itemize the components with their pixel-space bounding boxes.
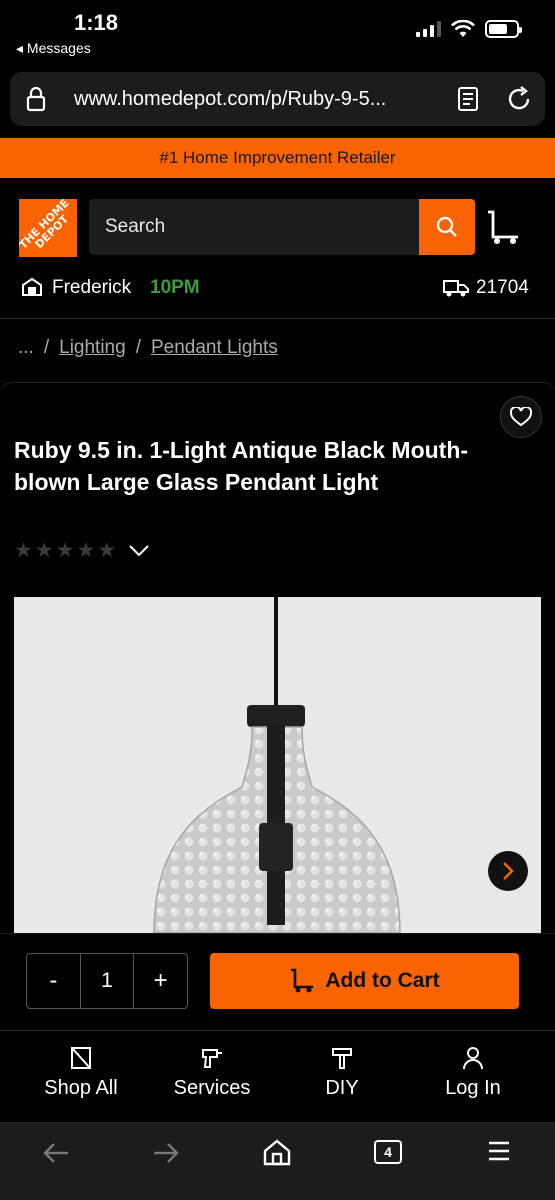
breadcrumb-separator: /	[135, 337, 141, 358]
promo-banner[interactable]: #1 Home Improvement Retailer	[0, 138, 555, 178]
nav-diy[interactable]: DIY	[277, 1046, 407, 1100]
nav-label: DIY	[325, 1077, 359, 1099]
product-image[interactable]	[14, 597, 541, 933]
quantity-stepper: - 1 +	[26, 953, 188, 1009]
breadcrumb: ... / Lighting / Pendant Lights	[18, 337, 278, 359]
wifi-icon	[451, 20, 475, 37]
store-row[interactable]: Frederick 10PM 21704	[0, 268, 555, 308]
breadcrumb-ellipsis[interactable]: ...	[18, 337, 34, 359]
star-icon: ★	[55, 539, 75, 562]
search-icon	[436, 216, 457, 237]
favorite-button[interactable]	[500, 396, 542, 438]
store-icon	[22, 277, 42, 296]
star-icon: ★	[76, 539, 96, 562]
status-icons	[416, 20, 522, 38]
add-to-cart-label: Add to Cart	[325, 969, 440, 992]
breadcrumb-separator: /	[43, 337, 50, 358]
back-arrow-icon[interactable]	[42, 1140, 70, 1166]
delivery-zip[interactable]: 21704	[476, 277, 529, 299]
breadcrumb-lighting[interactable]: Lighting	[59, 337, 126, 359]
store-name[interactable]: Frederick	[52, 277, 131, 299]
search-input[interactable]	[89, 199, 419, 255]
hammer-icon	[332, 1048, 352, 1069]
delivery-truck-icon	[443, 280, 469, 297]
battery-icon	[485, 20, 522, 38]
star-icon: ★	[14, 539, 33, 562]
back-label: Messages	[26, 40, 91, 56]
forward-arrow-icon[interactable]	[152, 1140, 180, 1166]
cellular-signal-icon	[416, 21, 441, 37]
decrement-button[interactable]: -	[27, 954, 80, 1008]
breadcrumb-pendant-lights[interactable]: Pendant Lights	[151, 337, 278, 359]
search-button[interactable]	[419, 199, 475, 255]
cart-icon[interactable]	[486, 210, 520, 246]
quantity-value[interactable]: 1	[79, 954, 135, 1008]
tab-count: 4	[384, 1144, 392, 1160]
next-image-button[interactable]	[488, 851, 528, 891]
shop-all-icon	[71, 1047, 91, 1069]
user-icon	[463, 1047, 483, 1070]
add-to-cart-button[interactable]: Add to Cart	[210, 953, 519, 1009]
logo-wordmark: THE HOME DEPOT	[19, 199, 72, 252]
nav-shop-all[interactable]: Shop All	[16, 1046, 146, 1100]
reload-icon[interactable]	[505, 85, 533, 113]
star-icon: ★	[34, 539, 54, 562]
pendant-light-image	[153, 597, 401, 933]
star-icon: ★	[97, 539, 117, 562]
cart-icon	[291, 968, 314, 993]
menu-icon[interactable]	[487, 1140, 511, 1162]
header-divider	[0, 318, 555, 319]
address-bar[interactable]: www.homedepot.com/p/Ruby-9-5...	[10, 72, 545, 126]
store-hours: 10PM	[150, 277, 200, 298]
nav-label: Services	[173, 1077, 251, 1099]
status-time: 1:18	[74, 10, 119, 35]
drill-icon	[202, 1049, 222, 1068]
tab-count-button[interactable]: 4	[374, 1140, 402, 1164]
nav-label: Shop All	[44, 1077, 118, 1099]
status-bar: 1:18 ◂ Messages	[0, 0, 555, 70]
home-depot-logo[interactable]: THE HOME DEPOT	[19, 199, 77, 257]
lock-icon	[26, 86, 46, 112]
chevron-right-icon	[503, 862, 514, 880]
nav-services[interactable]: Services	[147, 1046, 277, 1100]
heart-icon	[510, 407, 532, 427]
product-title: Ruby 9.5 in. 1-Light Antique Black Mouth…	[14, 437, 469, 495]
url-text[interactable]: www.homedepot.com/p/Ruby-9-5...	[74, 88, 386, 111]
back-to-messages[interactable]: ◂ Messages	[16, 40, 91, 57]
home-icon[interactable]	[262, 1138, 292, 1166]
nav-label: Log In	[445, 1077, 501, 1099]
increment-button[interactable]: +	[134, 954, 187, 1008]
nav-log-in[interactable]: Log In	[408, 1046, 538, 1100]
chevron-down-icon[interactable]	[128, 544, 150, 558]
rating-stars[interactable]: ★ ★ ★ ★ ★	[14, 538, 150, 563]
reader-mode-icon[interactable]	[457, 86, 479, 112]
